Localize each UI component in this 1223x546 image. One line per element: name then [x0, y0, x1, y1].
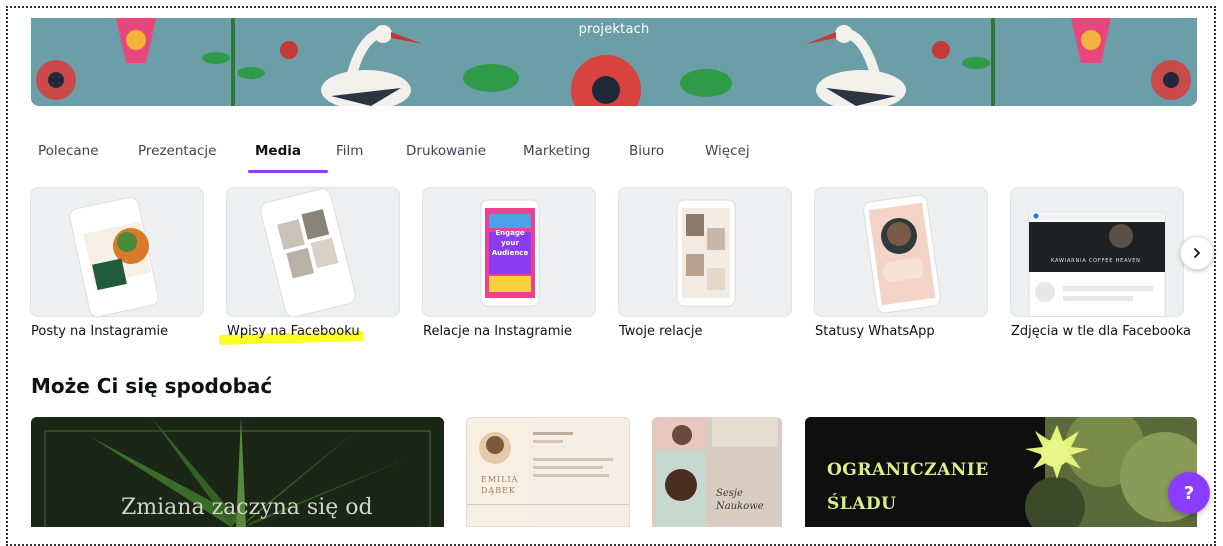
- template-text-line: Sesje: [716, 488, 743, 499]
- category-thumbnail: [30, 187, 204, 317]
- category-card-instagram-stories[interactable]: Engage your Audience Relacje na Instagra…: [422, 187, 597, 339]
- question-icon: ?: [1183, 482, 1195, 504]
- category-thumbnail: [226, 187, 400, 317]
- phone-mockup-icon: [260, 188, 356, 316]
- tab-drukowanie[interactable]: Drukowanie: [406, 143, 486, 159]
- resume-name-last: DĄBEK: [481, 486, 516, 495]
- active-tab-indicator: [248, 170, 328, 173]
- section-title: Może Ci się spodobać: [31, 374, 273, 398]
- template-text: Sesje Naukowe: [716, 487, 764, 513]
- thumb-text: KAWIARNIA COFFEE HEAVEN: [1051, 258, 1141, 264]
- template-text: Zmiana zaczyna się od: [121, 495, 373, 520]
- tab-polecane[interactable]: Polecane: [38, 143, 99, 159]
- category-label: Wpisy na Facebooku: [218, 324, 365, 345]
- category-card-your-stories[interactable]: Twoje relacje: [618, 187, 793, 339]
- thumb-text: Audience: [491, 249, 529, 257]
- template-text-line: ŚLADU: [827, 494, 897, 514]
- phone-mockup-icon: [69, 196, 159, 316]
- tab-wiecej[interactable]: Więcej: [705, 143, 750, 159]
- help-button[interactable]: ?: [1168, 472, 1210, 514]
- template-card[interactable]: Zmiana zaczyna się od: [31, 417, 444, 527]
- resume-layout: [467, 418, 629, 526]
- tab-film[interactable]: Film: [336, 143, 363, 159]
- phone-mockup-icon: [676, 199, 736, 307]
- category-label-text: Wpisy na Facebooku: [227, 324, 360, 339]
- template-card[interactable]: OGRANICZANIE ŚLADU: [805, 417, 1197, 527]
- thumb-text: Engage: [495, 229, 525, 237]
- template-card[interactable]: EMILIA DĄBEK: [466, 417, 630, 527]
- category-card-whatsapp-status[interactable]: Statusy WhatsApp: [814, 187, 989, 339]
- template-text-line: Naukowe: [716, 501, 764, 512]
- category-card-instagram-posts[interactable]: Posty na Instagramie: [30, 187, 205, 339]
- resume-name-first: EMILIA: [481, 475, 519, 484]
- carousel-next-button[interactable]: [1180, 236, 1214, 270]
- tab-biuro[interactable]: Biuro: [629, 143, 664, 159]
- category-label: Zdjęcia w tle dla Facebooka: [1011, 324, 1192, 339]
- category-label: Posty na Instagramie: [31, 324, 169, 339]
- phone-mockup-icon: [863, 194, 941, 314]
- category-card-facebook-covers[interactable]: KAWIARNIA COFFEE HEAVEN Zdjęcia w tle dl…: [1010, 187, 1191, 339]
- banner-text: projektach: [578, 22, 650, 37]
- browser-mockup-icon: [1028, 211, 1166, 316]
- category-thumbnail: KAWIARNIA COFFEE HEAVEN: [1010, 187, 1184, 317]
- category-thumbnail: [814, 187, 988, 317]
- thumb-text: your: [501, 239, 519, 247]
- category-card-facebook-posts[interactable]: Wpisy na Facebooku: [218, 187, 401, 345]
- category-label: Relacje na Instagramie: [423, 324, 572, 339]
- tab-marketing[interactable]: Marketing: [523, 143, 590, 159]
- template-text: OGRANICZANIE ŚLADU: [827, 453, 989, 521]
- template-card[interactable]: Sesje Naukowe: [652, 417, 782, 527]
- tab-prezentacje[interactable]: Prezentacje: [138, 143, 216, 159]
- template-text-line: OGRANICZANIE: [827, 460, 989, 480]
- category-label: Twoje relacje: [619, 324, 703, 339]
- template-text: EMILIA DĄBEK: [481, 474, 518, 496]
- tab-media[interactable]: Media: [255, 143, 301, 159]
- hero-banner: projektach: [31, 18, 1197, 106]
- category-thumbnail: [618, 187, 792, 317]
- category-label: Statusy WhatsApp: [815, 324, 935, 339]
- category-thumbnail: Engage your Audience: [422, 187, 596, 317]
- chevron-right-icon: [1194, 248, 1200, 258]
